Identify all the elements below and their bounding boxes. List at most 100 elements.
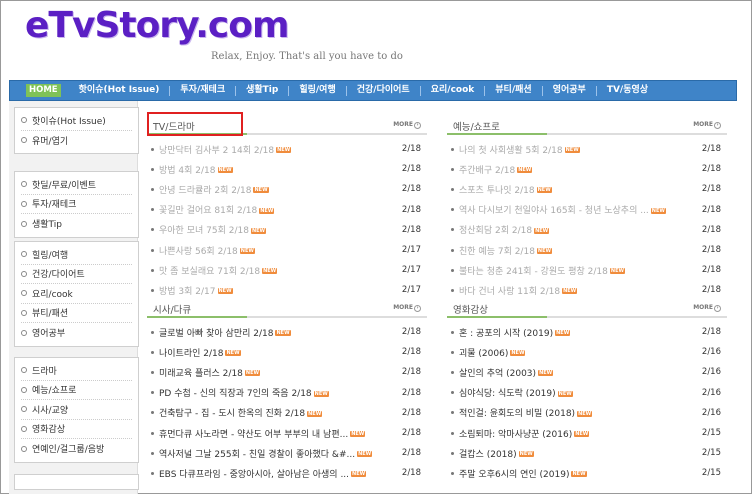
post-row[interactable]: 살인의 추억 (2003) NEW 2/16 (447, 362, 727, 382)
sidebar-item[interactable]: 드라마 (21, 361, 132, 381)
post-title[interactable]: 낭만닥터 김사부 2 14회 2/18 NEW (159, 143, 397, 156)
post-row[interactable]: 스포츠 투나잇 2/18 NEW 2/18 (447, 179, 727, 199)
post-row[interactable]: 걸캅스 (2018) NEW 2/15 (447, 443, 727, 463)
post-title[interactable]: 건축탐구 - 집 - 도시 한옥의 진화 2/18 NEW (159, 406, 397, 419)
post-row[interactable]: 괴물 (2006) NEW 2/16 (447, 342, 727, 362)
new-badge: NEW (562, 288, 578, 295)
post-title[interactable]: 살인의 추억 (2003) NEW (459, 366, 697, 379)
post-row[interactable]: 역사저널 그날 255회 - 친일 경찰이 좋아했다 &#... NEW 2/18 (147, 443, 427, 463)
post-row[interactable]: 주말 오후6시의 연인 (2019) NEW 2/15 (447, 463, 727, 483)
sidebar-item[interactable]: 생활Tip (21, 214, 132, 234)
post-row[interactable]: 방법 4회 2/18 NEW 2/18 (147, 159, 427, 179)
post-title[interactable]: 괴물 (2006) NEW (459, 346, 697, 359)
post-title[interactable]: 주말 오후6시의 연인 (2019) NEW (459, 467, 697, 480)
nav-item[interactable]: 생활Tip (236, 80, 288, 101)
sidebar-item[interactable]: 투자/재테크 (21, 195, 132, 214)
nav-item[interactable]: 핫이슈(Hot Issue) (69, 80, 170, 101)
post-title[interactable]: 방법 4회 2/18 NEW (159, 163, 397, 176)
post-title[interactable]: 적인걸: 윤회도의 비밀 (2018) NEW (459, 406, 697, 419)
post-row[interactable]: 역사 다시보기 천일야사 165회 - 청년 노상추의 ... NEW 2/18 (447, 200, 727, 220)
post-title[interactable]: 나쁜사랑 56회 2/18 NEW (159, 244, 397, 257)
sidebar-item[interactable]: 요리/cook (21, 284, 132, 304)
post-title[interactable]: 꽃길만 걸어요 81회 2/18 NEW (159, 203, 397, 216)
post-row[interactable]: 우아한 모녀 75회 2/18 NEW 2/18 (147, 220, 427, 240)
bullet-icon (151, 228, 154, 232)
post-title[interactable]: 친한 예능 7회 2/18 NEW (459, 244, 697, 257)
post-row[interactable]: 친한 예능 7회 2/18 NEW 2/18 (447, 240, 727, 260)
nav-item[interactable]: 투자/재테크 (170, 80, 235, 101)
sidebar-item[interactable]: 영어공부 (21, 323, 132, 343)
post-title[interactable]: 안녕 드라큘라 2회 2/18 NEW (159, 183, 397, 196)
section-title[interactable]: 예능/쇼프로 (453, 119, 500, 133)
sidebar-item[interactable]: 예능/쇼프로 (21, 381, 132, 400)
sidebar-item[interactable]: 핫딜/무료/이벤트 (21, 175, 132, 195)
post-title[interactable]: 우아한 모녀 75회 2/18 NEW (159, 223, 397, 236)
post-row[interactable]: 휴먼다큐 사노라면 - 약산도 어부 부부의 내 남편... NEW 2/18 (147, 423, 427, 443)
post-title[interactable]: 소림퇴마: 악마사냥꾼 (2016) NEW (459, 427, 697, 440)
nav-item[interactable]: HOME (26, 84, 61, 97)
nav-item[interactable]: 영어공부 (543, 80, 596, 101)
post-row[interactable]: 맛 좀 보실래요 71회 2/18 NEW 2/17 (147, 260, 427, 280)
post-title[interactable]: 스포츠 투나잇 2/18 NEW (459, 183, 697, 196)
post-title[interactable]: 휴먼다큐 사노라면 - 약산도 어부 부부의 내 남편... NEW (159, 427, 397, 440)
post-row[interactable]: 심야식당: 식도락 (2019) NEW 2/16 (447, 383, 727, 403)
sidebar-item[interactable]: 연예인/걸그룹/음방 (21, 439, 132, 459)
section-title[interactable]: 시사/다큐 (153, 302, 191, 316)
sidebar-item[interactable]: 뷰티/패션 (21, 304, 132, 323)
sidebar-item[interactable]: 핫이슈(Hot Issue) (21, 111, 132, 131)
more-link[interactable]: MORE › (693, 304, 721, 312)
post-row[interactable]: PD 수첩 - 신의 직장과 7인의 죽음 2/18 NEW 2/18 (147, 383, 427, 403)
post-row[interactable]: 정산회담 2회 2/18 NEW 2/18 (447, 220, 727, 240)
post-row[interactable]: 나의 첫 사회생활 5회 2/18 NEW 2/18 (447, 139, 727, 159)
post-title-text: 괴물 (2006) (459, 348, 509, 359)
post-title[interactable]: 글로벌 아빠 찾아 삼만리 2/18 NEW (159, 326, 397, 339)
sidebar-item[interactable]: 영화감상 (21, 420, 132, 439)
post-row[interactable]: 나쁜사랑 56회 2/18 NEW 2/17 (147, 240, 427, 260)
sidebar-item[interactable]: 유머/엽기 (21, 131, 132, 151)
post-row[interactable]: 글로벌 아빠 찾아 삼만리 2/18 NEW 2/18 (147, 322, 427, 342)
post-title[interactable]: 역사 다시보기 천일야사 165회 - 청년 노상추의 ... NEW (459, 203, 697, 216)
post-row[interactable]: 적인걸: 윤회도의 비밀 (2018) NEW 2/16 (447, 403, 727, 423)
post-row[interactable]: 소림퇴마: 악마사냥꾼 (2016) NEW 2/15 (447, 423, 727, 443)
bullet-icon (151, 167, 154, 171)
post-title[interactable]: 심야식당: 식도락 (2019) NEW (459, 386, 697, 399)
post-row[interactable]: 안녕 드라큘라 2회 2/18 NEW 2/18 (147, 179, 427, 199)
post-title[interactable]: 주간배구 2/18 NEW (459, 163, 697, 176)
post-title[interactable]: EBS 다큐프라임 - 중앙아시아, 살아남은 아생의 ... NEW (159, 467, 397, 480)
nav-item[interactable]: 건강/다이어트 (347, 80, 420, 101)
post-row[interactable]: 건축탐구 - 집 - 도시 한옥의 진화 2/18 NEW 2/18 (147, 403, 427, 423)
sidebar-item[interactable]: 건강/다이어트 (21, 265, 132, 284)
post-title[interactable]: 불타는 청춘 241회 - 강원도 평창 2/18 NEW (459, 264, 697, 277)
more-link[interactable]: MORE › (393, 121, 421, 129)
post-title[interactable]: 바다 건너 사랑 11회 2/18 NEW (459, 284, 697, 297)
post-title[interactable]: 맛 좀 보실래요 71회 2/18 NEW (159, 264, 397, 277)
sidebar-item[interactable]: 시사/교양 (21, 400, 132, 420)
nav-item[interactable]: TV/동영상 (597, 80, 658, 101)
post-title[interactable]: 나이트라인 2/18 NEW (159, 346, 397, 359)
post-row[interactable]: EBS 다큐프라임 - 중앙아시아, 살아남은 아생의 ... NEW 2/18 (147, 463, 427, 483)
post-row[interactable]: 혼 : 공포의 시작 (2019) NEW 2/18 (447, 322, 727, 342)
nav-item[interactable]: 힐링/여행 (289, 80, 345, 101)
nav-item[interactable]: 뷰티/패션 (485, 80, 541, 101)
post-row[interactable]: 낭만닥터 김사부 2 14회 2/18 NEW 2/18 (147, 139, 427, 159)
post-title[interactable]: 걸캅스 (2018) NEW (459, 447, 697, 460)
sidebar-item[interactable]: 힐링/여행 (21, 245, 132, 265)
site-logo[interactable]: eTvStory.com (25, 5, 289, 46)
more-link[interactable]: MORE › (393, 304, 421, 312)
post-row[interactable]: 꽃길만 걸어요 81회 2/18 NEW 2/18 (147, 200, 427, 220)
nav-item[interactable]: 요리/cook (421, 80, 485, 101)
post-title[interactable]: 방법 3회 2/17 NEW (159, 284, 397, 297)
section-title[interactable]: 영화감상 (453, 302, 488, 316)
post-title[interactable]: PD 수첩 - 신의 직장과 7인의 죽음 2/18 NEW (159, 386, 397, 399)
post-row[interactable]: 불타는 청춘 241회 - 강원도 평창 2/18 NEW 2/18 (447, 260, 727, 280)
post-title[interactable]: 미래교육 플러스 2/18 NEW (159, 366, 397, 379)
post-title[interactable]: 역사저널 그날 255회 - 친일 경찰이 좋아했다 &#... NEW (159, 447, 397, 460)
post-title[interactable]: 나의 첫 사회생활 5회 2/18 NEW (459, 143, 697, 156)
post-row[interactable]: 나이트라인 2/18 NEW 2/18 (147, 342, 427, 362)
post-row[interactable]: 주간배구 2/18 NEW 2/18 (447, 159, 727, 179)
more-link[interactable]: MORE › (693, 121, 721, 129)
post-title[interactable]: 정산회담 2회 2/18 NEW (459, 223, 697, 236)
bullet-icon (151, 147, 154, 151)
post-row[interactable]: 미래교육 플러스 2/18 NEW 2/18 (147, 362, 427, 382)
post-title[interactable]: 혼 : 공포의 시작 (2019) NEW (459, 326, 697, 339)
